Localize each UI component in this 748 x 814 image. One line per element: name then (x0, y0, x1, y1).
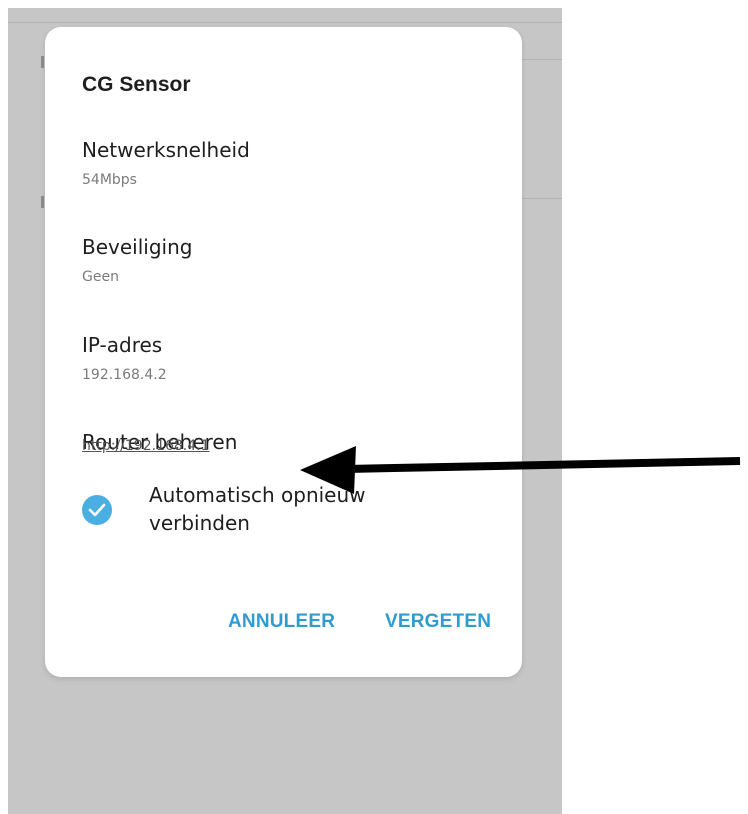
router-link[interactable]: http://192.168.4.1 (82, 438, 210, 454)
background-divider (8, 22, 562, 23)
background-divider (522, 198, 562, 199)
security-value: Geen (82, 269, 119, 285)
background-text-fragment (41, 56, 44, 68)
annotation-arrow-shaft (345, 457, 741, 473)
arrow-left-icon (300, 446, 741, 494)
network-speed-label: Netwerksnelheid (82, 138, 250, 162)
forget-button[interactable]: VERGETEN (385, 611, 491, 633)
dialog-title: CG Sensor (82, 73, 191, 96)
wifi-network-dialog: CG Sensor Netwerksnelheid 54Mbps Beveili… (45, 27, 522, 677)
ip-address-label: IP-adres (82, 333, 163, 357)
auto-reconnect-label-line2: verbinden (149, 511, 250, 535)
background-text-fragment (41, 196, 44, 208)
network-speed-value: 54Mbps (82, 172, 137, 188)
background-divider (522, 59, 562, 60)
annotation-arrow-head (300, 446, 356, 494)
ip-address-value: 192.168.4.2 (82, 367, 167, 383)
cancel-button[interactable]: ANNULEER (228, 611, 335, 633)
security-label: Beveiliging (82, 235, 193, 259)
checkmark-circle-icon[interactable] (82, 495, 112, 525)
